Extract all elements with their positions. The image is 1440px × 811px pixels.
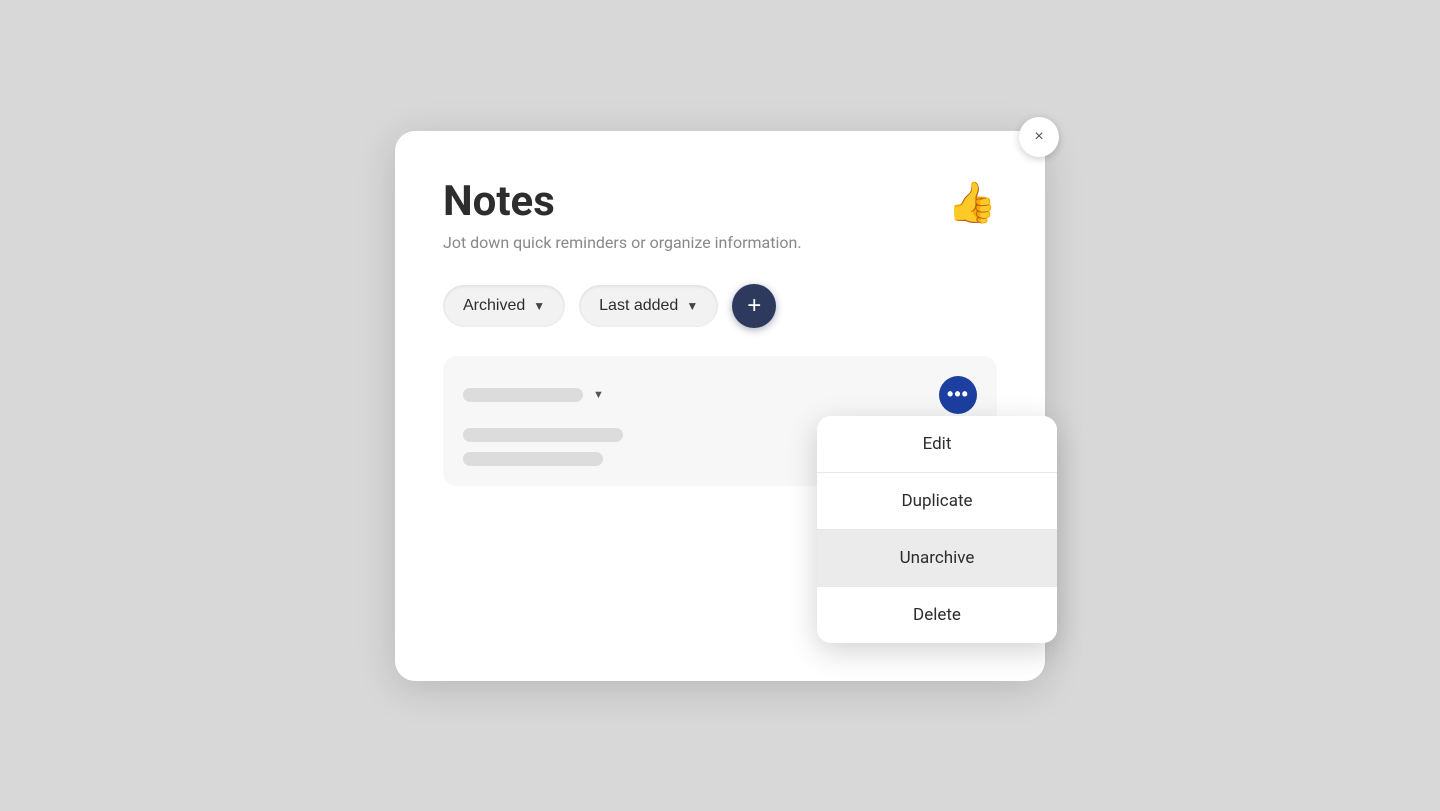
notes-list: ▼ ••• Edit Duplicate Unarchive — [443, 356, 997, 486]
status-chevron-icon: ▼ — [533, 299, 545, 313]
thumbs-up-icon: 👍 — [947, 183, 997, 223]
note-card: ▼ ••• Edit Duplicate Unarchive — [443, 356, 997, 486]
context-menu-duplicate[interactable]: Duplicate — [817, 473, 1057, 529]
three-dots-icon: ••• — [947, 384, 969, 405]
note-title-placeholder: ▼ — [463, 388, 604, 402]
context-menu: Edit Duplicate Unarchive Delete — [817, 416, 1057, 643]
sort-filter-dropdown[interactable]: Last added ▼ — [579, 285, 718, 327]
context-menu-delete[interactable]: Delete — [817, 587, 1057, 643]
add-note-button[interactable]: + — [732, 284, 776, 328]
modal-header: Notes 👍 — [443, 179, 997, 225]
close-button[interactable]: × — [1019, 117, 1059, 157]
note-options-button[interactable]: ••• — [939, 376, 977, 414]
close-icon: × — [1034, 128, 1043, 146]
status-filter-label: Archived — [463, 297, 525, 315]
note-line-1 — [463, 428, 623, 442]
sort-filter-label: Last added — [599, 297, 678, 315]
context-menu-unarchive[interactable]: Unarchive — [817, 530, 1057, 586]
context-menu-edit[interactable]: Edit — [817, 416, 1057, 472]
status-filter-dropdown[interactable]: Archived ▼ — [443, 285, 565, 327]
note-chevron-icon: ▼ — [593, 388, 604, 401]
note-line-2 — [463, 452, 603, 466]
modal-subtitle: Jot down quick reminders or organize inf… — [443, 233, 997, 252]
add-icon: + — [747, 294, 761, 318]
notes-modal: × Notes 👍 Jot down quick reminders or or… — [395, 131, 1045, 681]
note-card-header: ▼ ••• — [463, 376, 977, 414]
sort-chevron-icon: ▼ — [686, 299, 698, 313]
modal-title: Notes — [443, 179, 555, 225]
modal-overlay: × Notes 👍 Jot down quick reminders or or… — [0, 0, 1440, 811]
note-title-bar — [463, 388, 583, 402]
filters-row: Archived ▼ Last added ▼ + — [443, 284, 997, 328]
